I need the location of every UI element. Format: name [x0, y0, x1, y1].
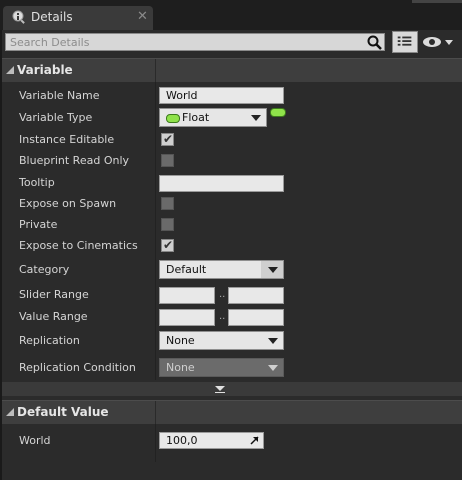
details-panel: Variable Variable Name World Variable Ty…: [2, 30, 462, 480]
search-input[interactable]: [10, 34, 360, 50]
row-slider-range: Slider Range ..: [2, 274, 462, 304]
magnifier-details-icon: [12, 10, 25, 24]
collapse-arrow-icon: [6, 408, 14, 416]
row-blueprint-read-only: Blueprint Read Only: [2, 145, 462, 167]
view-options-button[interactable]: [392, 31, 418, 53]
chevron-down-icon: [268, 365, 278, 371]
row-label: Variable Type: [19, 111, 93, 124]
row-private: Private: [2, 208, 462, 231]
row-instance-editable: Instance Editable ✔: [2, 124, 462, 146]
row-expose-on-spawn: Expose on Spawn: [2, 187, 462, 210]
details-tab[interactable]: Details ✕: [3, 6, 153, 30]
default-value-section-header[interactable]: Default Value: [2, 400, 462, 425]
row-category: Category Default: [2, 250, 462, 279]
replication-condition-value: None: [166, 361, 195, 374]
column-divider: [155, 59, 156, 83]
row-label: World: [19, 434, 51, 447]
row-replication: Replication None: [2, 318, 462, 350]
chevron-down-icon: [251, 115, 261, 121]
section-title: Default Value: [17, 405, 109, 419]
search-bar[interactable]: [5, 33, 385, 51]
row-variable-name: Variable Name World: [2, 82, 462, 104]
chevron-down-icon: [268, 267, 278, 273]
section-title: Variable: [17, 63, 73, 77]
expand-advanced-line: [215, 392, 225, 393]
expand-advanced-icon: [215, 386, 225, 391]
variable-section-header[interactable]: Variable: [2, 58, 462, 83]
search-icon[interactable]: [367, 35, 382, 50]
world-default-value-input[interactable]: 100,0: [159, 432, 264, 449]
row-tooltip: Tooltip: [2, 166, 462, 192]
eye-dropdown-icon[interactable]: [422, 34, 458, 50]
row-replication-condition: Replication Condition None: [2, 342, 462, 377]
row-world-default: World 100,0: [2, 424, 462, 462]
advanced-toggle-bar[interactable]: [2, 382, 462, 396]
row-label: Replication Condition: [19, 361, 136, 374]
float-pin-icon: [166, 113, 180, 123]
checkmark-icon: ✔: [163, 132, 174, 146]
row-value-range: Value Range ..: [2, 296, 462, 326]
column-divider: [155, 401, 156, 425]
variable-name-input[interactable]: World: [159, 87, 284, 104]
tab-label: Details: [31, 10, 73, 24]
row-variable-type: Variable Type Float: [2, 103, 462, 127]
collapse-arrow-icon: [6, 66, 14, 74]
replication-condition-combo[interactable]: None: [159, 358, 284, 377]
drag-resize-icon[interactable]: [250, 436, 259, 445]
variable-type-value: Float: [182, 111, 210, 124]
row-expose-to-cinematics: Expose to Cinematics ✔: [2, 229, 462, 252]
neighbor-tab-edge: [412, 0, 462, 3]
container-type-pin-icon[interactable]: [270, 108, 286, 117]
row-label: Variable Name: [19, 89, 100, 102]
world-default-value: 100,0: [166, 434, 198, 447]
close-icon[interactable]: ✕: [137, 9, 148, 24]
list-view-icon: [397, 36, 412, 46]
